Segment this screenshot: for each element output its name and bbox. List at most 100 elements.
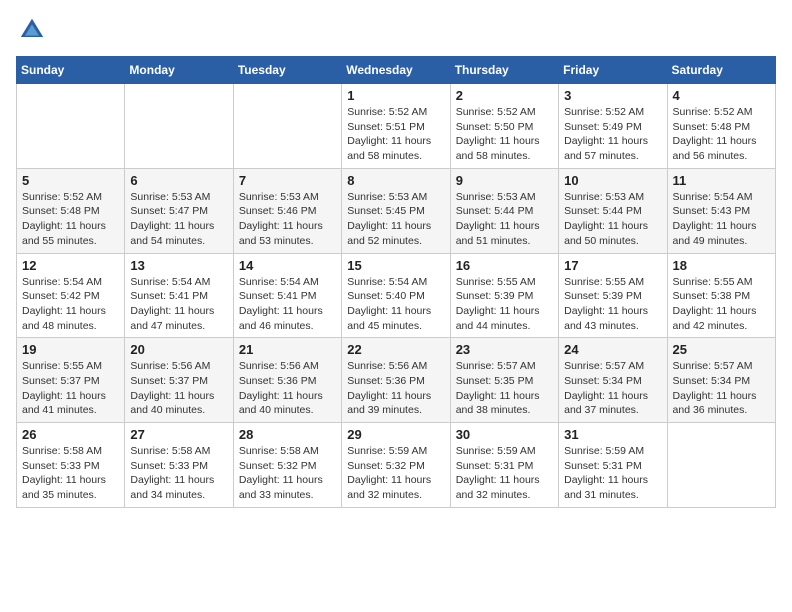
day-info: Sunrise: 5:59 AMSunset: 5:31 PMDaylight:… [456, 444, 553, 503]
day-info: Sunrise: 5:53 AMSunset: 5:45 PMDaylight:… [347, 190, 444, 249]
weekday-header-sunday: Sunday [17, 57, 125, 84]
logo-icon [18, 16, 46, 44]
logo [16, 16, 50, 44]
day-info: Sunrise: 5:54 AMSunset: 5:41 PMDaylight:… [239, 275, 336, 334]
day-info: Sunrise: 5:56 AMSunset: 5:36 PMDaylight:… [347, 359, 444, 418]
day-number: 15 [347, 258, 444, 273]
day-number: 31 [564, 427, 661, 442]
day-number: 12 [22, 258, 119, 273]
day-number: 3 [564, 88, 661, 103]
day-info: Sunrise: 5:53 AMSunset: 5:44 PMDaylight:… [456, 190, 553, 249]
calendar-cell [233, 84, 341, 169]
day-number: 8 [347, 173, 444, 188]
weekday-header-saturday: Saturday [667, 57, 775, 84]
day-number: 23 [456, 342, 553, 357]
day-number: 22 [347, 342, 444, 357]
calendar-cell: 2Sunrise: 5:52 AMSunset: 5:50 PMDaylight… [450, 84, 558, 169]
calendar-cell: 23 Sunrise: 5:57 AMSunset: 5:35 PMDayligh… [450, 338, 558, 423]
day-info: Sunrise: 5:52 AMSunset: 5:51 PMDaylight:… [347, 105, 444, 164]
calendar-cell: 27 Sunrise: 5:58 AMSunset: 5:33 PMDayligh… [125, 423, 233, 508]
calendar-cell: 29 Sunrise: 5:59 AMSunset: 5:32 PMDayligh… [342, 423, 450, 508]
day-number: 20 [130, 342, 227, 357]
day-info: Sunrise: 5:53 AMSunset: 5:44 PMDaylight:… [564, 190, 661, 249]
day-number: 25 [673, 342, 770, 357]
day-number: 17 [564, 258, 661, 273]
day-info: Sunrise: 5:52 AMSunset: 5:48 PMDaylight:… [673, 105, 770, 164]
calendar-week-row: 12 Sunrise: 5:54 AMSunset: 5:42 PMDayligh… [17, 253, 776, 338]
calendar-cell: 9 Sunrise: 5:53 AMSunset: 5:44 PMDaylight… [450, 168, 558, 253]
calendar-cell: 16Sunrise: 5:55 AMSunset: 5:39 PMDayligh… [450, 253, 558, 338]
day-number: 24 [564, 342, 661, 357]
day-number: 27 [130, 427, 227, 442]
calendar-week-row: 5Sunrise: 5:52 AMSunset: 5:48 PMDaylight… [17, 168, 776, 253]
calendar-week-row: 1 Sunrise: 5:52 AMSunset: 5:51 PMDaylight… [17, 84, 776, 169]
calendar-cell: 25 Sunrise: 5:57 AMSunset: 5:34 PMDayligh… [667, 338, 775, 423]
day-info: Sunrise: 5:56 AMSunset: 5:36 PMDaylight:… [239, 359, 336, 418]
day-info: Sunrise: 5:55 AMSunset: 5:39 PMDaylight:… [564, 275, 661, 334]
day-number: 13 [130, 258, 227, 273]
day-number: 21 [239, 342, 336, 357]
day-info: Sunrise: 5:58 AMSunset: 5:32 PMDaylight:… [239, 444, 336, 503]
weekday-header-thursday: Thursday [450, 57, 558, 84]
day-info: Sunrise: 5:59 AMSunset: 5:32 PMDaylight:… [347, 444, 444, 503]
calendar-cell: 20 Sunrise: 5:56 AMSunset: 5:37 PMDayligh… [125, 338, 233, 423]
weekday-header-friday: Friday [559, 57, 667, 84]
day-info: Sunrise: 5:53 AMSunset: 5:46 PMDaylight:… [239, 190, 336, 249]
day-info: Sunrise: 5:58 AMSunset: 5:33 PMDaylight:… [130, 444, 227, 503]
day-number: 30 [456, 427, 553, 442]
calendar-cell: 26Sunrise: 5:58 AMSunset: 5:33 PMDayligh… [17, 423, 125, 508]
calendar-cell: 19 Sunrise: 5:55 AMSunset: 5:37 PMDayligh… [17, 338, 125, 423]
day-info: Sunrise: 5:55 AMSunset: 5:37 PMDaylight:… [22, 359, 119, 418]
day-info: Sunrise: 5:54 AMSunset: 5:43 PMDaylight:… [673, 190, 770, 249]
calendar-cell [125, 84, 233, 169]
day-info: Sunrise: 5:57 AMSunset: 5:35 PMDaylight:… [456, 359, 553, 418]
day-info: Sunrise: 5:52 AMSunset: 5:49 PMDaylight:… [564, 105, 661, 164]
calendar-cell: 28 Sunrise: 5:58 AMSunset: 5:32 PMDayligh… [233, 423, 341, 508]
calendar-cell: 1 Sunrise: 5:52 AMSunset: 5:51 PMDaylight… [342, 84, 450, 169]
day-info: Sunrise: 5:54 AMSunset: 5:40 PMDaylight:… [347, 275, 444, 334]
calendar-cell: 3 Sunrise: 5:52 AMSunset: 5:49 PMDaylight… [559, 84, 667, 169]
calendar-cell: 15 Sunrise: 5:54 AMSunset: 5:40 PMDayligh… [342, 253, 450, 338]
page-header [16, 16, 776, 44]
day-number: 19 [22, 342, 119, 357]
day-number: 14 [239, 258, 336, 273]
day-number: 18 [673, 258, 770, 273]
calendar-cell: 21 Sunrise: 5:56 AMSunset: 5:36 PMDayligh… [233, 338, 341, 423]
calendar-cell: 4 Sunrise: 5:52 AMSunset: 5:48 PMDaylight… [667, 84, 775, 169]
weekday-header-tuesday: Tuesday [233, 57, 341, 84]
calendar-cell: 22 Sunrise: 5:56 AMSunset: 5:36 PMDayligh… [342, 338, 450, 423]
calendar-cell [667, 423, 775, 508]
calendar-cell: 5Sunrise: 5:52 AMSunset: 5:48 PMDaylight… [17, 168, 125, 253]
day-number: 2 [456, 88, 553, 103]
day-info: Sunrise: 5:59 AMSunset: 5:31 PMDaylight:… [564, 444, 661, 503]
calendar-cell: 11 Sunrise: 5:54 AMSunset: 5:43 PMDayligh… [667, 168, 775, 253]
day-number: 6 [130, 173, 227, 188]
calendar-cell: 18 Sunrise: 5:55 AMSunset: 5:38 PMDayligh… [667, 253, 775, 338]
day-info: Sunrise: 5:57 AMSunset: 5:34 PMDaylight:… [564, 359, 661, 418]
calendar-cell: 6Sunrise: 5:53 AMSunset: 5:47 PMDaylight… [125, 168, 233, 253]
day-info: Sunrise: 5:54 AMSunset: 5:42 PMDaylight:… [22, 275, 119, 334]
weekday-header-monday: Monday [125, 57, 233, 84]
day-number: 10 [564, 173, 661, 188]
day-number: 5 [22, 173, 119, 188]
day-number: 9 [456, 173, 553, 188]
day-info: Sunrise: 5:55 AMSunset: 5:39 PMDaylight:… [456, 275, 553, 334]
day-info: Sunrise: 5:56 AMSunset: 5:37 PMDaylight:… [130, 359, 227, 418]
day-info: Sunrise: 5:54 AMSunset: 5:41 PMDaylight:… [130, 275, 227, 334]
day-number: 11 [673, 173, 770, 188]
calendar-cell: 17 Sunrise: 5:55 AMSunset: 5:39 PMDayligh… [559, 253, 667, 338]
day-number: 1 [347, 88, 444, 103]
calendar-cell: 7 Sunrise: 5:53 AMSunset: 5:46 PMDaylight… [233, 168, 341, 253]
calendar-cell: 10 Sunrise: 5:53 AMSunset: 5:44 PMDayligh… [559, 168, 667, 253]
day-info: Sunrise: 5:57 AMSunset: 5:34 PMDaylight:… [673, 359, 770, 418]
calendar-cell: 14 Sunrise: 5:54 AMSunset: 5:41 PMDayligh… [233, 253, 341, 338]
day-number: 4 [673, 88, 770, 103]
day-number: 7 [239, 173, 336, 188]
day-info: Sunrise: 5:55 AMSunset: 5:38 PMDaylight:… [673, 275, 770, 334]
day-number: 29 [347, 427, 444, 442]
calendar-week-row: 19 Sunrise: 5:55 AMSunset: 5:37 PMDayligh… [17, 338, 776, 423]
calendar-cell: 31 Sunrise: 5:59 AMSunset: 5:31 PMDayligh… [559, 423, 667, 508]
day-number: 28 [239, 427, 336, 442]
day-info: Sunrise: 5:58 AMSunset: 5:33 PMDaylight:… [22, 444, 119, 503]
calendar-cell: 13 Sunrise: 5:54 AMSunset: 5:41 PMDayligh… [125, 253, 233, 338]
